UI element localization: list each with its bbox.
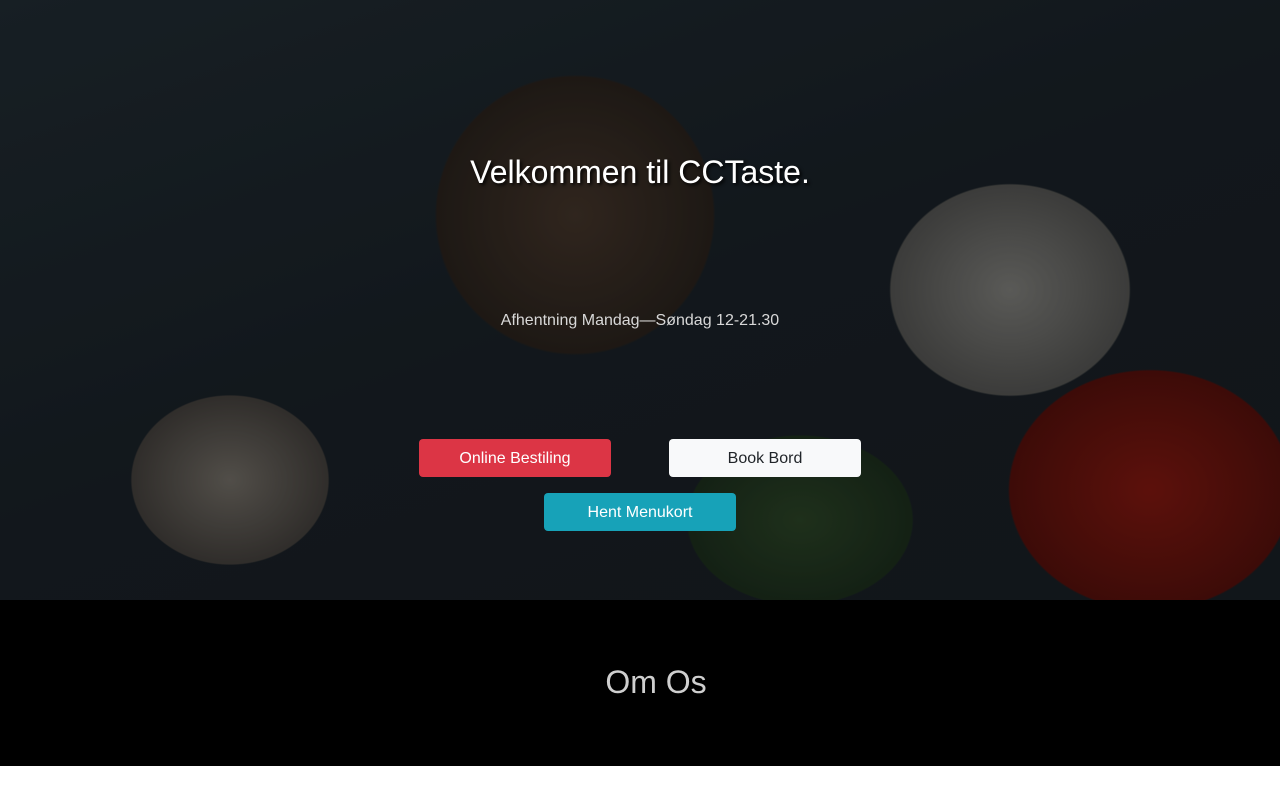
hero-section: Velkommen til CCTaste. Afhentning Mandag… [0, 0, 1280, 600]
pickup-hours-text: Afhentning Mandag—Søndag 12-21.30 [500, 312, 780, 329]
book-table-button[interactable]: Book Bord [669, 439, 861, 477]
download-menu-button[interactable]: Hent Menukort [544, 493, 736, 531]
online-order-button[interactable]: Online Bestiling [419, 439, 611, 477]
about-section: Om Os [0, 600, 1280, 766]
about-title: Om Os [605, 664, 707, 700]
hero-title: Velkommen til CCTaste. [470, 154, 810, 190]
